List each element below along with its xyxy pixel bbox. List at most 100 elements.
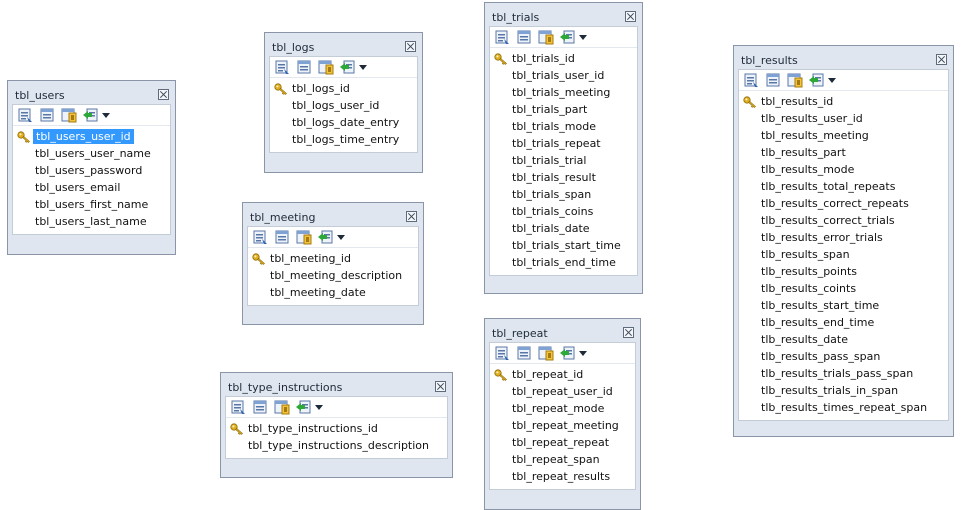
table-type-instructions[interactable]: tbl_type_instructions tbl_type_instructio… <box>220 372 453 478</box>
keys-icon[interactable] <box>787 72 803 88</box>
column-row[interactable]: tbl_type_instructions_description <box>226 437 447 454</box>
column-row[interactable]: tbl_trials_end_time <box>490 254 637 271</box>
table-header[interactable]: tbl_repeat <box>489 322 636 342</box>
column-row[interactable]: tbl_trials_repeat <box>490 135 637 152</box>
columns-icon[interactable] <box>39 107 55 123</box>
close-icon[interactable] <box>158 89 169 100</box>
add-column-icon[interactable] <box>296 399 312 415</box>
keys-icon[interactable] <box>318 59 334 75</box>
column-row[interactable]: tbl_users_last_name <box>13 213 170 230</box>
column-row[interactable]: tbl_repeat_id <box>490 366 635 383</box>
add-column-icon[interactable] <box>340 59 356 75</box>
properties-icon[interactable] <box>252 229 268 245</box>
column-row[interactable]: tbl_trials_date <box>490 220 637 237</box>
keys-icon[interactable] <box>538 29 554 45</box>
column-row[interactable]: tbl_repeat_meeting <box>490 417 635 434</box>
column-row[interactable]: tbl_trials_span <box>490 186 637 203</box>
table-header[interactable]: tbl_trials <box>489 6 638 26</box>
column-row[interactable]: tlb_results_trials_in_span <box>739 382 948 399</box>
keys-icon[interactable] <box>538 345 554 361</box>
table-header[interactable]: tbl_users <box>12 84 171 104</box>
column-row[interactable]: tbl_trials_trial <box>490 152 637 169</box>
columns-icon[interactable] <box>296 59 312 75</box>
column-row[interactable]: tlb_results_total_repeats <box>739 178 948 195</box>
column-row[interactable]: tbl_meeting_id <box>248 250 418 267</box>
column-row[interactable]: tbl_type_instructions_id <box>226 420 447 437</box>
columns-icon[interactable] <box>516 29 532 45</box>
column-row[interactable]: tlb_results_times_repeat_span <box>739 399 948 416</box>
table-header[interactable]: tbl_type_instructions <box>225 376 448 396</box>
column-row[interactable]: tbl_results_id <box>739 93 948 110</box>
column-row[interactable]: tbl_users_first_name <box>13 196 170 213</box>
table-meeting[interactable]: tbl_meeting tbl_meeting_id tbl_meeting_des… <box>242 202 424 325</box>
close-icon[interactable] <box>936 54 947 65</box>
properties-icon[interactable] <box>274 59 290 75</box>
column-row[interactable]: tbl_logs_time_entry <box>270 131 417 148</box>
column-row[interactable]: tbl_meeting_description <box>248 267 418 284</box>
column-row[interactable]: tlb_results_trials_pass_span <box>739 365 948 382</box>
column-row[interactable]: tbl_repeat_repeat <box>490 434 635 451</box>
column-row[interactable]: tlb_results_start_time <box>739 297 948 314</box>
add-column-icon[interactable] <box>560 29 576 45</box>
properties-icon[interactable] <box>494 29 510 45</box>
table-results[interactable]: tbl_results tbl_results_id tlb_results_use… <box>733 45 954 437</box>
close-icon[interactable] <box>405 41 416 52</box>
table-trials[interactable]: tbl_trials tbl_trials_id tbl_trials_user_i… <box>484 2 643 294</box>
dropdown-arrow-icon[interactable] <box>337 234 345 240</box>
column-row[interactable]: tlb_results_error_trials <box>739 229 948 246</box>
column-row[interactable]: tbl_users_user_name <box>13 145 170 162</box>
close-icon[interactable] <box>625 11 636 22</box>
columns-icon[interactable] <box>274 229 290 245</box>
column-row[interactable]: tlb_results_end_time <box>739 314 948 331</box>
column-row[interactable]: tbl_repeat_user_id <box>490 383 635 400</box>
dropdown-arrow-icon[interactable] <box>828 77 836 83</box>
add-column-icon[interactable] <box>560 345 576 361</box>
column-row[interactable]: tbl_logs_user_id <box>270 97 417 114</box>
dropdown-arrow-icon[interactable] <box>359 64 367 70</box>
dropdown-arrow-icon[interactable] <box>579 34 587 40</box>
column-row[interactable]: tlb_results_mode <box>739 161 948 178</box>
add-column-icon[interactable] <box>809 72 825 88</box>
column-row[interactable]: tlb_results_pass_span <box>739 348 948 365</box>
close-icon[interactable] <box>435 381 446 392</box>
properties-icon[interactable] <box>494 345 510 361</box>
column-row[interactable]: tbl_trials_meeting <box>490 84 637 101</box>
close-icon[interactable] <box>623 327 634 338</box>
column-row[interactable]: tbl_logs_id <box>270 80 417 97</box>
properties-icon[interactable] <box>743 72 759 88</box>
column-row[interactable]: tbl_trials_part <box>490 101 637 118</box>
properties-icon[interactable] <box>230 399 246 415</box>
keys-icon[interactable] <box>274 399 290 415</box>
add-column-icon[interactable] <box>83 107 99 123</box>
properties-icon[interactable] <box>17 107 33 123</box>
dropdown-arrow-icon[interactable] <box>579 350 587 356</box>
column-row[interactable]: tbl_meeting_date <box>248 284 418 301</box>
column-row[interactable]: tbl_users_email <box>13 179 170 196</box>
table-users[interactable]: tbl_users tbl_users_user_id tbl_users_user… <box>7 80 176 255</box>
column-row[interactable]: tlb_results_span <box>739 246 948 263</box>
columns-icon[interactable] <box>765 72 781 88</box>
dropdown-arrow-icon[interactable] <box>102 112 110 118</box>
column-row[interactable]: tlb_results_correct_repeats <box>739 195 948 212</box>
column-row[interactable]: tlb_results_user_id <box>739 110 948 127</box>
column-row[interactable]: tbl_trials_coins <box>490 203 637 220</box>
column-row[interactable]: tbl_trials_user_id <box>490 67 637 84</box>
keys-icon[interactable] <box>61 107 77 123</box>
column-row[interactable]: tbl_repeat_results <box>490 468 635 485</box>
columns-icon[interactable] <box>516 345 532 361</box>
table-header[interactable]: tbl_results <box>738 49 949 69</box>
close-icon[interactable] <box>406 211 417 222</box>
column-row[interactable]: tlb_results_points <box>739 263 948 280</box>
column-row[interactable]: tbl_trials_result <box>490 169 637 186</box>
column-row[interactable]: tbl_results_meeting <box>739 127 948 144</box>
dropdown-arrow-icon[interactable] <box>315 404 323 410</box>
column-row[interactable]: tbl_trials_id <box>490 50 637 67</box>
column-row[interactable]: tbl_repeat_span <box>490 451 635 468</box>
column-row[interactable]: tbl_logs_date_entry <box>270 114 417 131</box>
column-row[interactable]: tbl_users_password <box>13 162 170 179</box>
keys-icon[interactable] <box>296 229 312 245</box>
column-row[interactable]: tbl_trials_start_time <box>490 237 637 254</box>
column-row[interactable]: tlb_results_coints <box>739 280 948 297</box>
column-row[interactable]: tbl_repeat_mode <box>490 400 635 417</box>
column-row[interactable]: tlb_results_date <box>739 331 948 348</box>
